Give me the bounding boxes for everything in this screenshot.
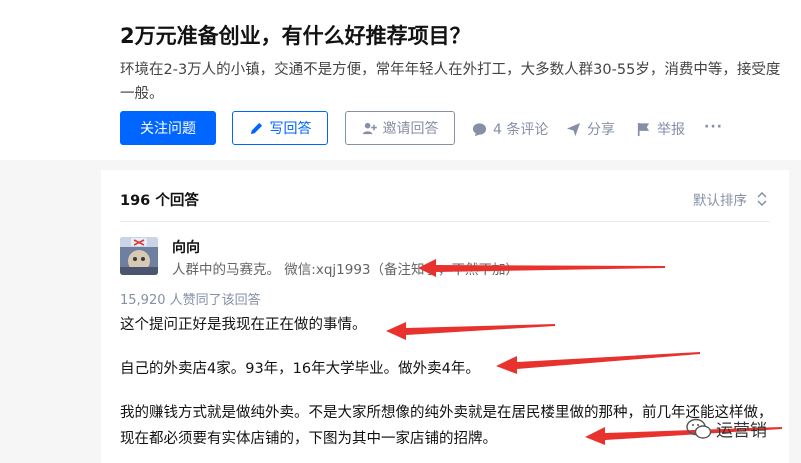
invite-answer-label: 邀请回答 bbox=[382, 121, 439, 137]
add-user-icon bbox=[362, 122, 377, 134]
comments-button[interactable]: 4 条评论 bbox=[472, 119, 548, 139]
wechat-icon bbox=[686, 418, 712, 439]
question-header: 2万元准备创业，有什么好推荐项目？ 环境在2-3万人的小镇，交通不是方便，常年年… bbox=[0, 0, 801, 160]
write-answer-label: 写回答 bbox=[269, 121, 312, 137]
question-title[interactable]: 2万元准备创业，有什么好推荐项目？ bbox=[120, 20, 471, 50]
write-answer-button[interactable]: 写回答 bbox=[232, 111, 328, 145]
question-description: 环境在2-3万人的小镇，交通不是方便，常年年轻人在外打工，大多数人群30-55岁… bbox=[120, 62, 781, 102]
watermark-text: 运营销 bbox=[716, 421, 767, 441]
vote-count: 15,920 人赞同了该回答 bbox=[120, 293, 261, 308]
share-icon bbox=[566, 122, 581, 136]
more-button[interactable]: ··· bbox=[704, 119, 723, 135]
answer-count: 196 个回答 bbox=[120, 193, 199, 209]
report-button[interactable]: 举报 bbox=[636, 119, 685, 139]
answer-paragraph: 自己的外卖店4家。93年，16年大学毕业。做外卖4年。 bbox=[120, 361, 480, 377]
answer-paragraph: 这个提问正好是我现在正在做的事情。 bbox=[120, 317, 367, 333]
share-label: 分享 bbox=[587, 122, 615, 138]
author-name[interactable]: 向向 bbox=[172, 237, 200, 257]
sort-toggle-icon bbox=[757, 192, 767, 206]
divider bbox=[120, 221, 770, 222]
author-avatar[interactable] bbox=[120, 237, 158, 275]
comment-icon bbox=[472, 122, 487, 136]
report-label: 举报 bbox=[657, 122, 685, 138]
pencil-icon bbox=[250, 122, 262, 134]
sort-label: 默认排序 bbox=[693, 193, 747, 209]
sort-dropdown[interactable]: 默认排序 bbox=[693, 189, 767, 209]
follow-question-label: 关注问题 bbox=[140, 121, 196, 137]
comments-label: 4 条评论 bbox=[493, 122, 549, 138]
invite-answer-button[interactable]: 邀请回答 bbox=[345, 111, 455, 145]
flag-icon bbox=[637, 122, 650, 136]
follow-question-button[interactable]: 关注问题 bbox=[120, 111, 216, 145]
watermark: 运营销 bbox=[686, 416, 767, 441]
author-bio: 人群中的马赛克。 微信:xqj1993（备注知乎，不然不加） bbox=[172, 262, 520, 278]
share-button[interactable]: 分享 bbox=[566, 119, 615, 139]
answer-paragraph: 我的赚钱方式就是做纯外卖。不是大家所想像的纯外卖就是在居民楼里做的那种，前几年还… bbox=[120, 405, 773, 447]
